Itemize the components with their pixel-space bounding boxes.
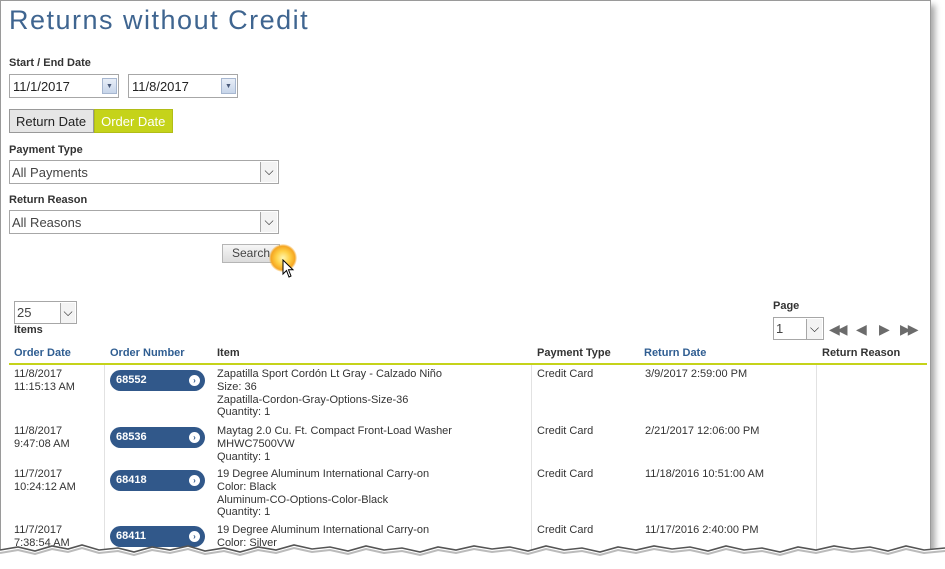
item-line: Quantity: 1 [217,450,271,463]
chevron-down-icon: ⌵ [60,303,75,323]
start-date-dropdown-icon[interactable]: ▼ [102,78,117,94]
column-divider [816,365,817,555]
column-header-return-date[interactable]: Return Date [644,347,706,359]
item-line: 19 Degree Aluminum International Carry-o… [217,524,430,536]
item-cell: Zapatilla Sport Cordón Lt Gray - Calzado… [217,368,442,419]
header-divider [9,363,927,365]
item-line: Color: Black [217,480,277,493]
payment-type-label: Payment Type [9,144,83,156]
chevron-down-icon: ⌵ [260,212,277,232]
item-line: Aluminum-CO-Options-Color-Black [217,493,389,506]
payment-type-cell: Credit Card [537,425,594,437]
first-page-icon[interactable]: ◀◀ [829,321,847,338]
next-page-icon[interactable]: ▶ [879,321,890,338]
return-date-cell: 11/17/2016 2:40:00 PM [645,524,759,536]
order-number: 68536 [116,431,147,443]
date-type-toggle: Return Date Order Date [9,109,174,133]
column-header-payment-type: Payment Type [537,347,611,359]
order-number-button[interactable]: 68552 › [110,370,205,391]
chevron-down-icon: ⌵ [806,319,822,339]
return-reason-select[interactable]: All Reasons ⌵ [9,210,279,234]
order-date: 11/7/2017 [14,468,63,480]
item-line: Quantity: 1 [217,506,271,519]
column-header-return-reason: Return Reason [822,347,901,359]
payment-type-cell: Credit Card [537,468,594,480]
payment-type-cell: Credit Card [537,368,594,380]
column-header-item: Item [217,347,240,359]
previous-page-icon[interactable]: ◀ [856,321,867,338]
order-date-toggle-button[interactable]: Order Date [94,109,174,133]
page-select[interactable]: 1 ⌵ [773,317,824,340]
item-cell: Maytag 2.0 Cu. Ft. Compact Front-Load Wa… [217,425,452,463]
chevron-right-icon: › [189,375,200,386]
order-time: 10:24:12 AM [14,480,76,493]
order-date: 11/7/2017 [14,524,63,536]
item-line: MHWC7500VW [217,437,295,450]
order-time: 11:15:13 AM [14,380,75,393]
item-line: Zapatilla Sport Cordón Lt Gray - Calzado… [217,368,442,380]
return-date-cell: 3/9/2017 2:59:00 PM [645,368,748,380]
return-date-toggle-button[interactable]: Return Date [9,109,95,133]
order-date-cell: 11/7/2017 10:24:12 AM [14,468,76,494]
chevron-right-icon: › [189,432,200,443]
page-title: Returns without Credit [9,5,310,35]
chevron-down-icon: ⌵ [260,162,277,182]
last-page-icon[interactable]: ▶▶ [900,321,918,338]
order-date: 11/8/2017 [14,425,63,437]
return-reason-value: All Reasons [12,215,82,230]
order-date-cell: 11/8/2017 11:15:13 AM [14,368,75,394]
end-date-dropdown-icon[interactable]: ▼ [221,78,236,94]
page-label: Page [773,300,800,312]
item-line: Quantity: 1 [217,406,271,419]
order-date-cell: 11/8/2017 9:47:08 AM [14,425,70,451]
return-reason-label: Return Reason [9,194,88,206]
order-date: 11/8/2017 [14,368,63,380]
mouse-pointer-icon [282,259,295,278]
item-line: 19 Degree Aluminum International Carry-o… [217,468,430,480]
column-header-order-number[interactable]: Order Number [110,347,185,359]
column-divider [104,365,105,555]
order-number: 68418 [116,474,147,486]
order-number-button[interactable]: 68418 › [110,470,205,491]
end-date-value: 11/8/2017 [132,79,189,94]
torn-edge [0,544,945,569]
order-number-button[interactable]: 68536 › [110,427,205,448]
item-line: Maytag 2.0 Cu. Ft. Compact Front-Load Wa… [217,425,452,437]
report-panel: Returns without Credit Start / End Date … [0,0,931,556]
column-divider [531,365,532,555]
items-label: Items [14,324,43,336]
order-number: 68552 [116,374,147,386]
end-date-field[interactable]: 11/8/2017 ▼ [128,74,238,98]
item-cell: 19 Degree Aluminum International Carry-o… [217,468,429,519]
item-line: Size: 36 [217,380,257,393]
item-line: Zapatilla-Cordon-Gray-Options-Size-36 [217,393,409,406]
page-size-select[interactable]: 25 ⌵ [14,301,77,324]
page-value: 1 [776,321,784,336]
return-date-cell: 11/18/2016 10:51:00 AM [645,468,765,480]
start-date-field[interactable]: 11/1/2017 ▼ [9,74,119,98]
date-range-label: Start / End Date [9,57,91,69]
chevron-right-icon: › [189,475,200,486]
order-time: 9:47:08 AM [14,437,70,450]
return-date-cell: 2/21/2017 12:06:00 PM [645,425,760,437]
column-header-order-date[interactable]: Order Date [14,347,71,359]
payment-type-value: All Payments [12,165,88,180]
payment-type-cell: Credit Card [537,524,594,536]
start-date-value: 11/1/2017 [13,79,70,94]
payment-type-select[interactable]: All Payments ⌵ [9,160,279,184]
page-size-value: 25 [17,305,32,320]
